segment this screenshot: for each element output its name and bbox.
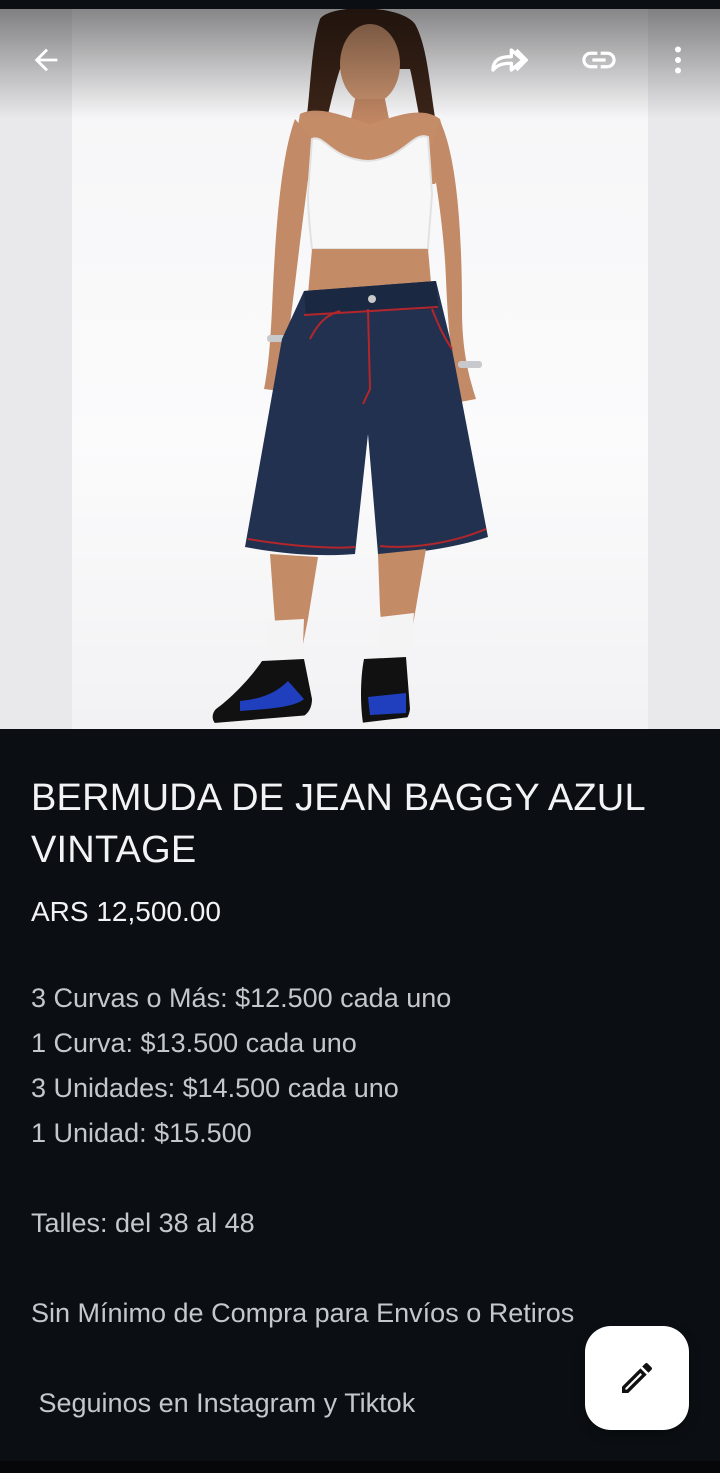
share-forward-icon [491, 48, 528, 72]
description-line: 3 Curvas o Más: $12.500 cada uno [31, 983, 452, 1013]
description-line: 1 Curva: $13.500 cada uno [31, 1028, 357, 1058]
status-bar [0, 0, 720, 9]
product-title: BERMUDA DE JEAN BAGGY AZUL VINTAGE [31, 777, 645, 871]
edit-button[interactable] [585, 1326, 689, 1430]
more-vertical-icon [675, 46, 681, 74]
copy-link-button[interactable] [571, 32, 627, 88]
navigation-bar [0, 1461, 720, 1473]
back-button[interactable] [18, 32, 74, 88]
product-image[interactable] [0, 9, 720, 729]
description-line: 1 Unidad: $15.500 [31, 1118, 252, 1148]
description-line: Talles: del 38 al 48 [31, 1208, 255, 1238]
more-options-button[interactable] [650, 32, 706, 88]
description-line: 3 Unidades: $14.500 cada uno [31, 1073, 399, 1103]
description-line: Sin Mínimo de Compra para Envíos o Retir… [31, 1298, 575, 1328]
link-icon [582, 51, 616, 69]
pencil-icon [622, 1362, 653, 1393]
description-line: Seguinos en Instagram y Tiktok [31, 1388, 416, 1418]
product-price: ARS 12,500.00 [31, 896, 221, 927]
share-button[interactable] [480, 32, 536, 88]
arrow-left-icon [34, 48, 58, 72]
